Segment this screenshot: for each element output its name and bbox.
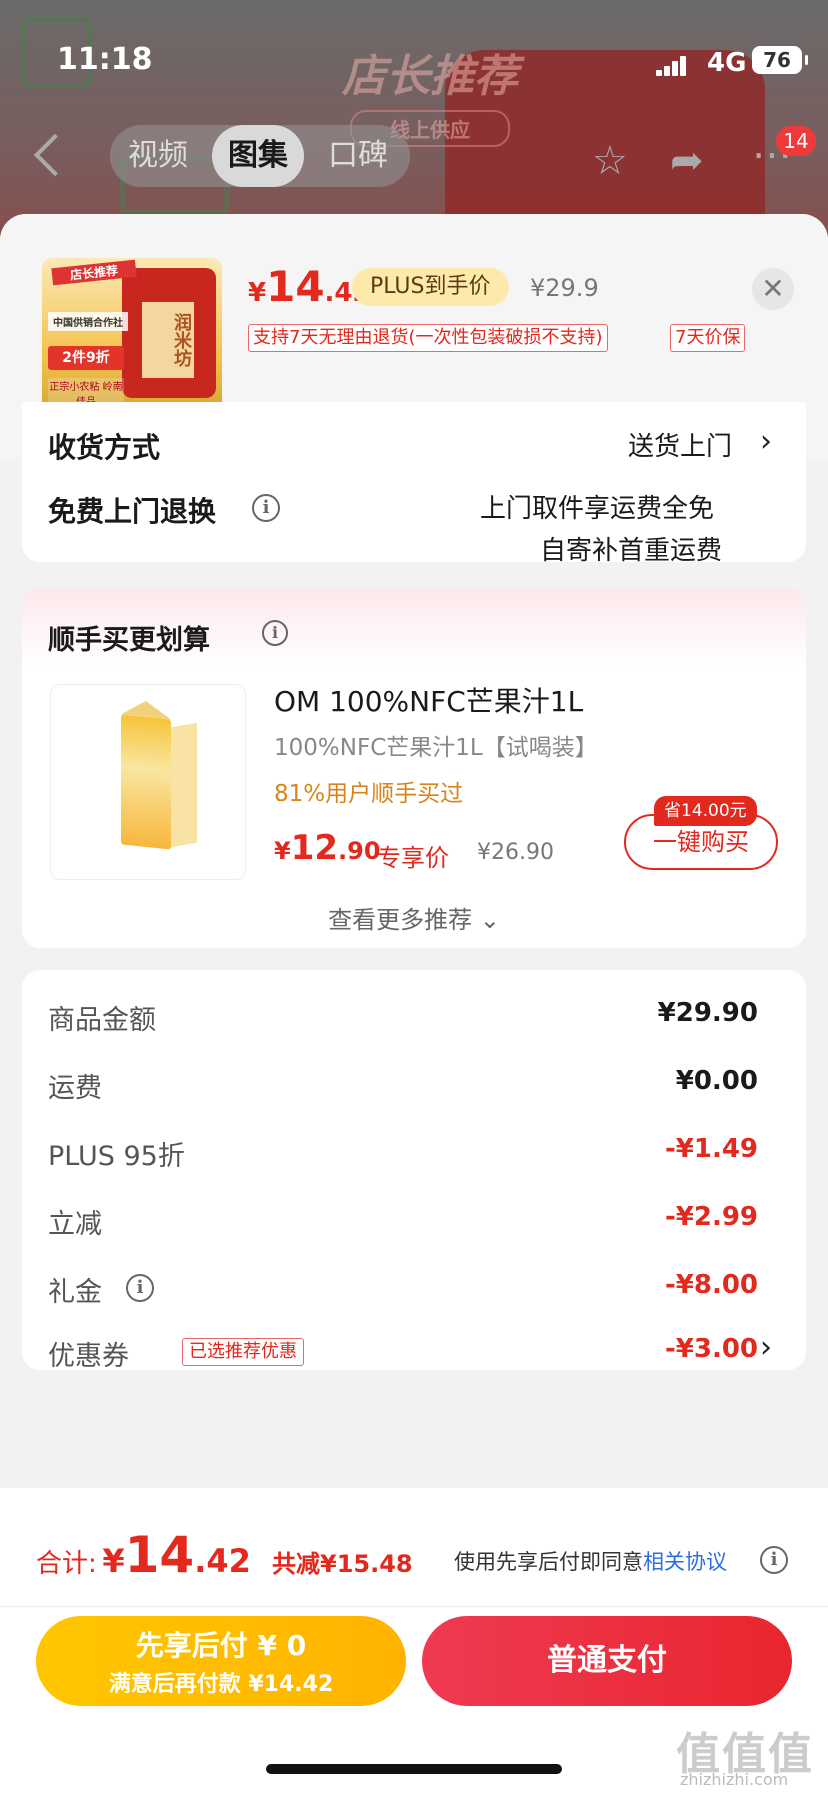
price-currency: ¥ xyxy=(248,278,267,308)
tab-video[interactable]: 视频 xyxy=(112,125,204,187)
agreement-text: 使用先享后付即同意相关协议 xyxy=(454,1546,727,1576)
exclusive-price-label: 专享价 xyxy=(377,844,449,872)
status-bar: 11:18 4G 76 xyxy=(0,30,828,78)
delivery-method-label: 收货方式 xyxy=(48,431,161,464)
original-price: ¥29.9 xyxy=(530,274,599,302)
divider xyxy=(0,1606,828,1607)
free-return-line1: 上门取件享运费全免 xyxy=(480,494,715,524)
battery-icon: 76 xyxy=(752,46,808,74)
summary-row-shipping: 运费 ¥0.00 xyxy=(48,1066,758,1106)
summary-label: 立减 xyxy=(48,1209,102,1240)
pay-later-line1: 先享后付 ¥ 0 xyxy=(135,1629,307,1662)
free-return-label: 免费上门退换 xyxy=(48,495,217,528)
chevron-right-icon[interactable]: › xyxy=(760,1330,772,1365)
info-icon[interactable]: i xyxy=(252,494,280,522)
recommend-price-currency: ¥ xyxy=(274,837,291,865)
recommend-product-subtitle: 100%NFC芒果汁1L【试喝装】 xyxy=(274,735,598,761)
chevron-down-icon: ⌄ xyxy=(479,906,500,934)
home-indicator[interactable] xyxy=(266,1764,562,1774)
summary-label: 礼金 xyxy=(48,1277,102,1308)
summary-value: -¥2.99 xyxy=(664,1202,758,1232)
network-type: 4G xyxy=(707,48,747,78)
summary-value: ¥0.00 xyxy=(675,1066,758,1096)
back-arrow-icon[interactable] xyxy=(33,133,77,177)
total-saved: 共减¥15.48 xyxy=(272,1550,413,1578)
summary-row-plus-discount: PLUS 95折 -¥1.49 xyxy=(48,1134,758,1174)
summary-label: PLUS 95折 xyxy=(48,1141,185,1172)
info-icon[interactable]: i xyxy=(760,1546,788,1574)
pay-later-button[interactable]: 先享后付 ¥ 0 满意后再付款 ¥14.42 xyxy=(36,1616,406,1706)
thumb-coop-text: 中国供销合作社 xyxy=(48,312,128,331)
summary-value: ¥29.90 xyxy=(657,998,758,1028)
total-label: 合计: xyxy=(36,1549,97,1579)
total-integer: 14 xyxy=(124,1526,195,1584)
info-icon[interactable]: i xyxy=(126,1274,154,1302)
agreement-prefix: 使用先享后付即同意 xyxy=(454,1550,643,1574)
total-decimal: .42 xyxy=(194,1542,251,1580)
free-return-line2: 自寄补首重运费 xyxy=(540,536,723,566)
recommend-bought-rate: 81%用户顺手买过 xyxy=(274,781,464,807)
info-icon[interactable]: i xyxy=(262,620,288,646)
total-currency: ¥ xyxy=(102,1542,125,1580)
star-icon[interactable]: ☆ xyxy=(592,138,628,184)
watermark-url: zhizhizhi.com xyxy=(680,1770,789,1789)
save-amount-badge: 省14.00元 xyxy=(654,796,757,826)
recommend-price-decimal: .90 xyxy=(338,837,381,865)
rice-bag-label: 润米坊 xyxy=(142,302,194,378)
delivery-method-value[interactable]: 送货上门 xyxy=(628,426,732,463)
summary-value: -¥1.49 xyxy=(664,1134,758,1164)
notification-badge: 14 xyxy=(776,126,816,156)
summary-row-coupon[interactable]: 优惠券 已选推荐优惠 -¥3.00 xyxy=(48,1334,758,1374)
share-icon[interactable]: ➦ xyxy=(670,138,704,184)
more-recommend-link[interactable]: 查看更多推荐 ⌄ xyxy=(22,900,806,935)
media-tabs: 视频 图集 口碑 xyxy=(110,125,410,187)
tab-reviews[interactable]: 口碑 xyxy=(312,125,404,187)
close-button[interactable]: ✕ xyxy=(752,268,794,310)
mango-juice-image[interactable] xyxy=(50,684,246,880)
summary-row-instant-discount: 立减 -¥2.99 xyxy=(48,1202,758,1242)
delivery-card: 收货方式 送货上门 › 免费上门退换 i 上门取件享运费全免 自寄补首重运费 xyxy=(22,402,806,566)
rice-bag-image: 润米坊 xyxy=(122,268,216,398)
normal-pay-button[interactable]: 普通支付 xyxy=(422,1616,792,1706)
checkout-bar: 合计: ¥14.42 共减¥15.48 使用先享后付即同意相关协议 i 先享后付… xyxy=(0,1488,828,1793)
chevron-right-icon[interactable]: › xyxy=(760,424,772,459)
status-time: 11:18 xyxy=(57,42,153,77)
summary-value: -¥3.00 xyxy=(664,1334,758,1364)
recommend-price: ¥12.90 xyxy=(274,828,381,868)
summary-label: 商品金额 xyxy=(48,1005,156,1036)
summary-value: -¥8.00 xyxy=(664,1270,758,1300)
recommend-product-name[interactable]: OM 100%NFC芒果汁1L xyxy=(274,680,583,720)
recommend-price-integer: 12 xyxy=(290,828,339,868)
coupon-selected-tag: 已选推荐优惠 xyxy=(182,1338,304,1366)
price-integer: 14 xyxy=(266,262,325,311)
thumb-promo-text: 2件9折 xyxy=(48,346,124,370)
tab-gallery[interactable]: 图集 xyxy=(212,125,304,187)
signal-icon xyxy=(656,56,688,76)
juice-carton-front xyxy=(121,714,171,850)
price-protect-tag: 7天价保 xyxy=(670,324,746,352)
recommend-original-price: ¥26.90 xyxy=(477,840,554,865)
total-amount: 合计: ¥14.42 xyxy=(36,1526,251,1584)
summary-label: 优惠券 xyxy=(48,1341,129,1372)
summary-label: 运费 xyxy=(48,1073,102,1104)
recommend-title: 顺手买更划算 xyxy=(48,625,210,656)
recommend-card: 顺手买更划算 i OM 100%NFC芒果汁1L 100%NFC芒果汁1L【试喝… xyxy=(22,588,806,948)
agreement-link[interactable]: 相关协议 xyxy=(643,1550,727,1574)
return-policy-tag: 支持7天无理由退货(一次性包装破损不支持) xyxy=(248,324,608,352)
juice-carton-side xyxy=(171,722,197,848)
price-summary-card: 商品金额 ¥29.90 运费 ¥0.00 PLUS 95折 -¥1.49 立减 … xyxy=(22,970,806,1372)
summary-row-gift-money: 礼金 i -¥8.00 xyxy=(48,1270,758,1310)
summary-row-goods: 商品金额 ¥29.90 xyxy=(48,998,758,1038)
more-recommend-label: 查看更多推荐 xyxy=(328,906,473,934)
plus-price-badge: PLUS到手价 xyxy=(352,268,509,306)
pay-later-line2: 满意后再付款 ¥14.42 xyxy=(108,1672,334,1697)
